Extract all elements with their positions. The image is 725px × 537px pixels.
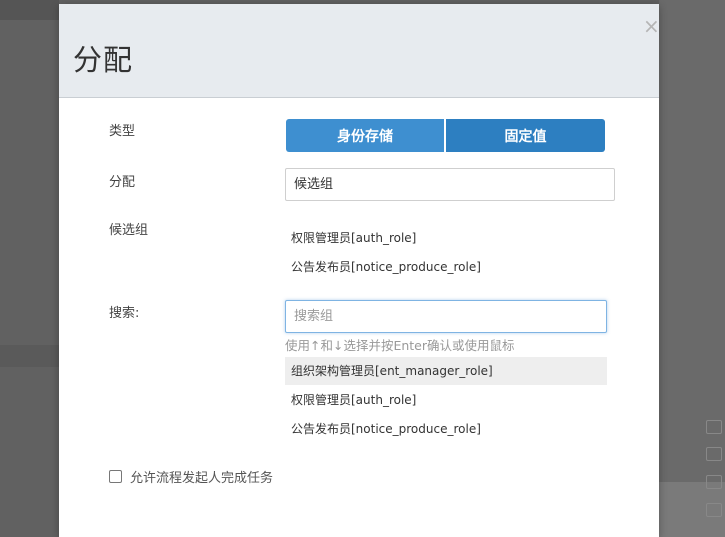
search-label: 搜索: <box>109 306 140 321</box>
close-icon[interactable]: × <box>643 16 660 36</box>
identity-store-button[interactable]: 身份存储 <box>286 119 446 152</box>
assign-dialog: 分配 × 类型 身份存储 固定值 分配 候选组 候选组 权限管理员[auth_r… <box>59 4 660 537</box>
backdrop-strip <box>0 0 59 20</box>
type-label: 类型 <box>109 124 136 139</box>
backdrop-mark <box>706 503 722 517</box>
assign-label: 分配 <box>109 175 136 190</box>
candidate-item[interactable]: 公告发布员[notice_produce_role] <box>291 258 481 275</box>
candidate-label: 候选组 <box>109 223 149 238</box>
search-hint: 使用↑和↓选择并按Enter确认或使用鼠标 <box>285 338 515 353</box>
backdrop-mark <box>706 475 722 489</box>
dialog-title: 分配 <box>73 43 134 77</box>
allow-initiator-option[interactable]: 允许流程发起人完成任务 <box>109 467 273 486</box>
allow-initiator-checkbox[interactable] <box>109 470 122 483</box>
type-toggle: 身份存储 固定值 <box>286 119 607 152</box>
backdrop-mark <box>706 420 722 434</box>
candidate-item[interactable]: 权限管理员[auth_role] <box>291 229 416 246</box>
assign-field[interactable]: 候选组 <box>285 168 615 201</box>
backdrop-mark <box>706 447 722 461</box>
dialog-header: 分配 × <box>59 4 660 98</box>
search-result-item[interactable]: 权限管理员[auth_role] <box>285 386 607 414</box>
search-result-item[interactable]: 组织架构管理员[ent_manager_role] <box>285 357 607 385</box>
fixed-value-button[interactable]: 固定值 <box>446 119 605 152</box>
backdrop-strip <box>0 345 59 367</box>
search-input[interactable] <box>285 300 607 333</box>
search-result-item[interactable]: 公告发布员[notice_produce_role] <box>285 415 607 443</box>
allow-initiator-label: 允许流程发起人完成任务 <box>130 471 274 486</box>
